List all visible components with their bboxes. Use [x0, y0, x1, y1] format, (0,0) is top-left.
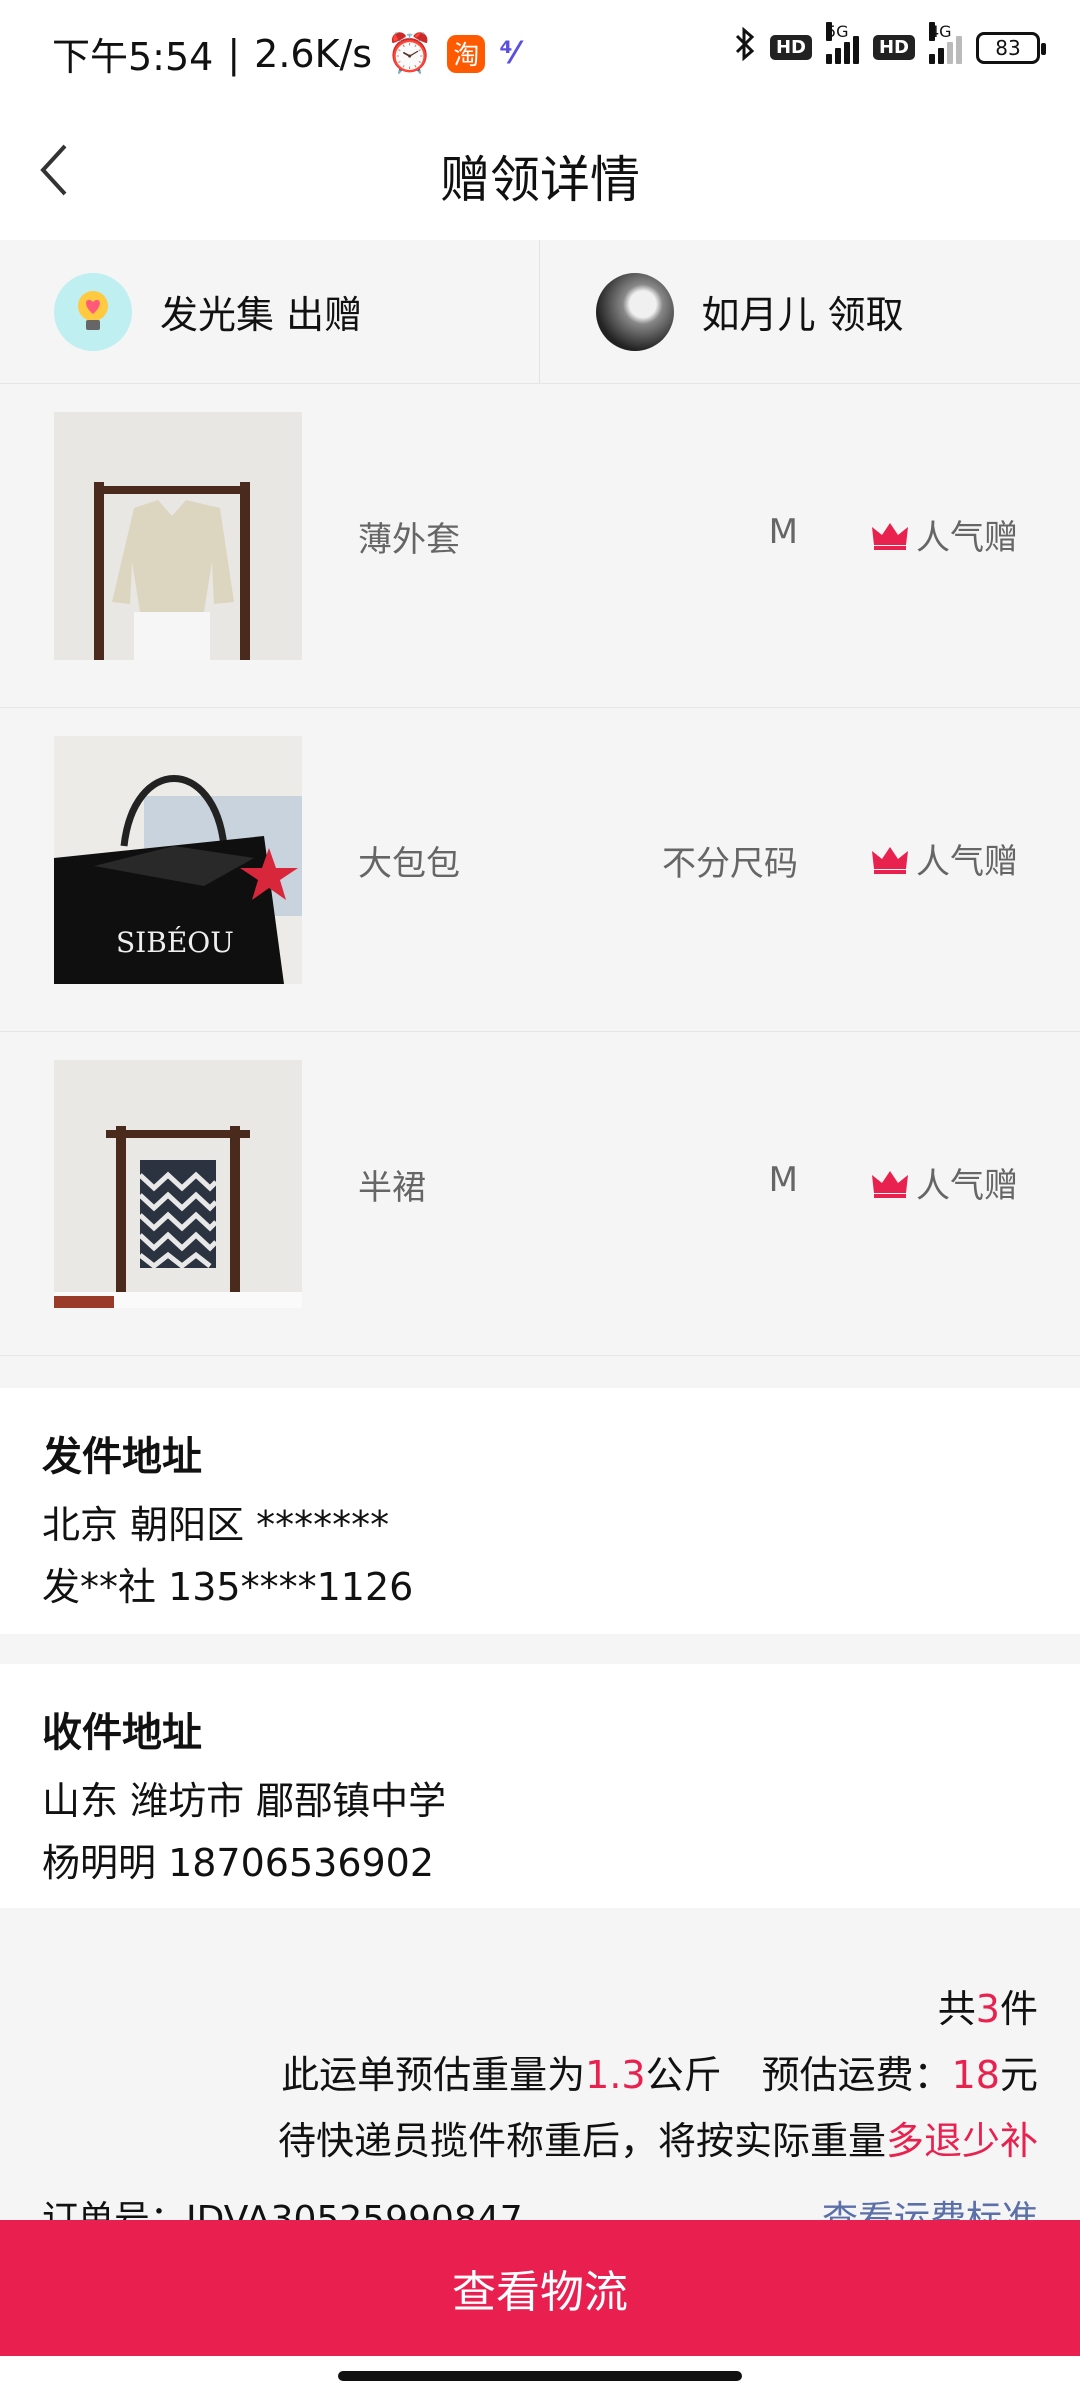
popular-tag: 人气赠: [870, 1158, 1018, 1207]
nav-header: 赠领详情: [0, 100, 1080, 240]
item-name: 薄外套: [358, 520, 460, 560]
battery-level: 83: [995, 35, 1021, 60]
receiver-contact-line: 杨明明 18706536902: [42, 1841, 435, 1885]
status-divider: |: [227, 31, 241, 76]
note-highlight: 多退少补: [885, 2119, 1038, 2163]
note-prefix: 待快递员揽件称重后，将按实际重量: [277, 2119, 886, 2163]
weight-unit: 公斤: [645, 2053, 722, 2097]
home-indicator[interactable]: [338, 2371, 742, 2381]
popular-tag: 人气赠: [870, 834, 1018, 883]
fee-value: 18: [951, 2053, 1000, 2097]
app-notification-icon: ⁴⁄: [499, 36, 518, 71]
bag-photo: SIBÉOU: [54, 736, 302, 984]
network-label-4g: 4G: [929, 21, 952, 41]
user-avatar: [595, 272, 674, 351]
order-number: 订单号：JDVA30525990847: [42, 2199, 523, 2220]
sender-address-title: 发件地址: [42, 1434, 202, 1480]
jacket-photo: [54, 412, 302, 660]
weight-fee-line: 此运单预估重量为1.3公斤 预估运费：18元: [281, 2044, 1038, 2099]
svg-text:SIBÉOU: SIBÉOU: [116, 926, 234, 959]
lightbulb-heart-icon: [54, 272, 132, 351]
item-count: 共3件: [938, 1978, 1038, 2033]
fee-prefix: 预估运费：: [761, 2053, 952, 2097]
receiver-name: 如月儿 领取: [701, 293, 904, 337]
receiver-party[interactable]: 如月儿 领取: [538, 240, 1080, 383]
status-bar: 下午5:54 | 2.6K/s ⏰ 淘 ⁴⁄ HD 5G HD 4G 83: [0, 0, 1080, 100]
order-row: 订单号：JDVA30525990847 查看运费标准: [42, 2190, 1038, 2220]
status-right: HD 5G HD 4G 83: [734, 21, 1046, 69]
view-logistics-button[interactable]: 查看物流: [0, 2220, 1080, 2356]
battery-icon: 83: [976, 31, 1046, 64]
item-size: M: [768, 1160, 798, 1200]
taobao-notification-icon: 淘: [447, 34, 486, 73]
item-list: 薄外套 M 人气赠 SIBÉOU 大包包 不分尺码 人气赠 半裙 M 人气赠: [0, 384, 1080, 1388]
popular-tag: 人气赠: [870, 510, 1018, 559]
item-size: 不分尺码: [662, 844, 798, 884]
list-item[interactable]: 薄外套 M 人气赠: [0, 384, 1080, 708]
skirt-photo: [54, 1060, 302, 1308]
section-divider: [0, 1634, 1080, 1664]
crown-icon: [872, 1170, 908, 1198]
parties-row: 发光集 出赠 如月儿 领取: [0, 240, 1080, 384]
crown-icon: [872, 522, 908, 550]
list-item[interactable]: 半裙 M 人气赠: [0, 1032, 1080, 1356]
list-item[interactable]: SIBÉOU 大包包 不分尺码 人气赠: [0, 708, 1080, 1032]
hd-badge-2: HD: [872, 35, 915, 60]
giver-name: 发光集 出赠: [160, 293, 363, 337]
popular-tag-label: 人气赠: [916, 1166, 1018, 1206]
giver-party[interactable]: 发光集 出赠: [0, 240, 539, 383]
crown-icon: [872, 846, 908, 874]
sender-address-line: 北京 朝阳区 *******: [42, 1503, 390, 1547]
status-time: 下午5:54: [52, 35, 214, 79]
signal-5g-icon: 5G: [825, 21, 859, 64]
signal-4g-icon: 4G: [929, 21, 962, 64]
bluetooth-icon: [734, 26, 756, 69]
network-label-5g: 5G: [825, 21, 849, 41]
receiver-address-title: 收件地址: [42, 1710, 202, 1756]
status-left: 下午5:54 | 2.6K/s ⏰ 淘 ⁴⁄: [52, 26, 518, 81]
sender-address-section: 发件地址 北京 朝阳区 ******* 发**社 135****1126: [0, 1388, 1080, 1634]
item-name: 半裙: [358, 1168, 426, 1208]
receiver-address-line: 山东 潍坊市 郿郚镇中学: [42, 1779, 447, 1823]
fee-unit: 元: [999, 2053, 1038, 2097]
item-name: 大包包: [358, 844, 460, 884]
item-size: M: [768, 512, 798, 552]
popular-tag-label: 人气赠: [916, 518, 1018, 558]
page-title: 赠领详情: [440, 151, 640, 209]
view-fee-standard-link[interactable]: 查看运费标准: [822, 2190, 1038, 2220]
count-value: 3: [975, 1987, 1000, 2031]
refund-note: 待快递员揽件称重后，将按实际重量多退少补: [278, 2110, 1038, 2165]
shipping-summary: 共3件 此运单预估重量为1.3公斤 预估运费：18元 待快递员揽件称重后，将按实际…: [0, 1908, 1080, 2220]
alarm-icon: ⏰: [386, 31, 434, 75]
weight-value: 1.3: [585, 2053, 646, 2097]
count-prefix: 共: [937, 1987, 976, 2031]
network-speed: 2.6K/s: [254, 31, 373, 76]
hd-badge-1: HD: [769, 35, 812, 60]
popular-tag-label: 人气赠: [916, 842, 1018, 882]
weight-prefix: 此运单预估重量为: [281, 2053, 586, 2097]
count-suffix: 件: [999, 1987, 1038, 2031]
receiver-address-section: 收件地址 山东 潍坊市 郿郚镇中学 杨明明 18706536902: [0, 1664, 1080, 1908]
sender-contact-line: 发**社 135****1126: [42, 1565, 414, 1609]
